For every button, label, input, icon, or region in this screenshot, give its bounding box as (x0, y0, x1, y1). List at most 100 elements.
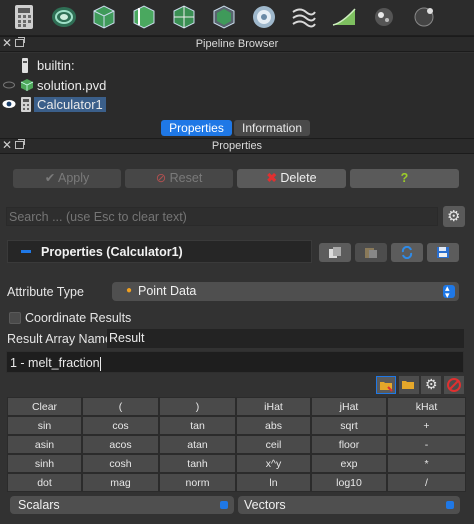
properties-header: ✕ Properties (0, 138, 474, 154)
pipeline-item-label: Calculator1 (34, 97, 106, 112)
settings-button[interactable]: ⚙ (443, 206, 465, 227)
calc-key[interactable]: acos (82, 435, 159, 454)
attribute-type-select[interactable]: ● Point Data (112, 279, 459, 305)
delete-button[interactable]: ✖ Delete (237, 169, 346, 188)
calc-key[interactable]: abs (236, 416, 311, 435)
calc-key[interactable]: dot (7, 473, 82, 492)
clear-expression-button[interactable] (444, 376, 464, 394)
calc-key[interactable]: x^y (236, 454, 311, 473)
reset-button[interactable]: ⊘ Reset (125, 169, 233, 188)
calc-key[interactable]: exp (311, 454, 387, 473)
search-input[interactable] (6, 207, 438, 226)
calc-key[interactable]: mag (82, 473, 159, 492)
calc-key[interactable]: tan (159, 416, 236, 435)
extract-subset-icon[interactable] (210, 3, 238, 31)
gear-icon: ⚙ (425, 376, 438, 392)
vectors-label: Vectors (244, 498, 286, 512)
coordinate-results-label: Coordinate Results (25, 311, 132, 325)
copy-parameters-button[interactable] (319, 243, 351, 262)
pipeline-item-builtin[interactable]: builtin: (0, 56, 474, 75)
eye-closed-icon[interactable] (3, 81, 15, 89)
calc-key[interactable]: iHat (236, 397, 311, 416)
slice-icon[interactable] (130, 3, 158, 31)
attribute-type-value: Point Data (138, 284, 197, 298)
calc-key[interactable]: norm (159, 473, 236, 492)
properties-section-header[interactable]: Properties (Calculator1) (7, 240, 312, 263)
calc-key[interactable]: ceil (236, 435, 311, 454)
glyph-icon[interactable] (250, 3, 278, 31)
stream-tracer-icon[interactable] (290, 3, 318, 31)
tab-properties[interactable]: Properties (161, 120, 232, 136)
refresh-icon (401, 246, 413, 259)
extract-level-icon[interactable] (410, 3, 438, 31)
tab-information[interactable]: Information (234, 120, 310, 136)
scalars-menu-button[interactable] (376, 376, 396, 394)
pipeline-browser-title: Pipeline Browser (195, 38, 279, 50)
delete-icon: ✖ (266, 171, 281, 185)
filter-toolbar (0, 0, 474, 36)
calculator-icon[interactable] (10, 3, 38, 31)
apply-label: Apply (57, 171, 90, 185)
save-defaults-button[interactable] (427, 243, 459, 262)
threshold-icon[interactable] (170, 3, 198, 31)
attribute-type-label: Attribute Type (7, 285, 84, 299)
pipeline-item-solution[interactable]: solution.pvd (0, 76, 474, 95)
calc-key[interactable]: kHat (387, 397, 466, 416)
calc-key[interactable]: jHat (311, 397, 387, 416)
dataset-icon (20, 79, 34, 91)
section-title: Properties (Calculator1) (41, 245, 183, 259)
calc-key[interactable]: ( (82, 397, 159, 416)
eye-icon[interactable] (2, 99, 16, 109)
calc-key[interactable]: + (387, 416, 466, 435)
result-array-label: Result Array Name (7, 332, 112, 346)
pipeline-tree: builtin: solution.pvd Calculator1 (0, 53, 474, 118)
scalars-label: Scalars (18, 498, 60, 512)
clear-icon (447, 378, 461, 392)
chevron-down-icon (220, 501, 228, 509)
paste-parameters-button[interactable] (355, 243, 387, 262)
calc-key[interactable]: ln (236, 473, 311, 492)
coordinate-results-checkbox[interactable] (9, 312, 21, 324)
clip-icon[interactable] (90, 3, 118, 31)
pipeline-item-label: builtin: (37, 58, 75, 73)
vectors-select[interactable]: Vectors (238, 496, 460, 514)
group-datasets-icon[interactable] (370, 3, 398, 31)
calc-key[interactable]: asin (7, 435, 82, 454)
calc-key[interactable]: tanh (159, 454, 236, 473)
reset-icon: ⊘ (155, 171, 170, 185)
help-button[interactable]: ? (350, 169, 459, 188)
pipeline-item-calculator1[interactable]: Calculator1 (0, 95, 474, 114)
collapse-icon (21, 250, 31, 253)
apply-button[interactable]: ✔ Apply (13, 169, 121, 188)
expression-settings-button[interactable]: ⚙ (421, 376, 441, 394)
expression-input[interactable]: 1 - melt_fraction (6, 351, 464, 373)
calc-key[interactable]: / (387, 473, 466, 492)
delete-label: Delete (280, 171, 317, 185)
calc-key[interactable]: - (387, 435, 466, 454)
warp-by-vector-icon[interactable] (330, 3, 358, 31)
calc-key[interactable]: sqrt (311, 416, 387, 435)
calc-key[interactable]: atan (159, 435, 236, 454)
calc-key[interactable]: log10 (311, 473, 387, 492)
restore-defaults-button[interactable] (391, 243, 423, 262)
calc-key[interactable]: cos (82, 416, 159, 435)
pipeline-browser-header: ✕ Pipeline Browser (0, 36, 474, 52)
reset-label: Reset (169, 171, 203, 185)
pipeline-item-label: solution.pvd (37, 78, 107, 93)
calc-key[interactable]: Clear (7, 397, 82, 416)
calc-key[interactable]: ) (159, 397, 236, 416)
chevron-updown-icon (443, 279, 455, 305)
calculator-icon (21, 97, 31, 112)
calc-key[interactable]: cosh (82, 454, 159, 473)
panel-tabs: Properties Information (0, 118, 474, 138)
contour-icon[interactable] (50, 3, 78, 31)
calc-key[interactable]: sinh (7, 454, 82, 473)
scalars-select[interactable]: Scalars (10, 496, 234, 514)
vectors-menu-button[interactable] (399, 376, 419, 394)
calc-key[interactable]: sin (7, 416, 82, 435)
result-array-input[interactable]: Result (107, 329, 464, 348)
calc-key[interactable]: * (387, 454, 466, 473)
copy-icon (329, 247, 341, 258)
gear-icon: ⚙ (447, 208, 461, 225)
calc-key[interactable]: floor (311, 435, 387, 454)
